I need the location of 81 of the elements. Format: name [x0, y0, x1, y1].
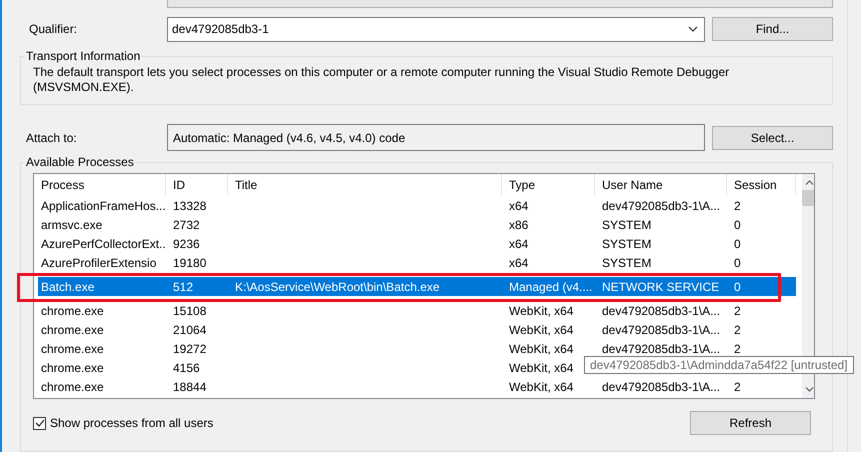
table-cell: 2 [734, 342, 741, 356]
column-header[interactable]: Type [502, 174, 595, 195]
table-cell: chrome.exe [41, 304, 104, 318]
scroll-up-icon[interactable] [805, 180, 814, 185]
column-header[interactable]: ID [166, 174, 228, 195]
table-cell: SYSTEM [602, 256, 652, 270]
table-cell: 4156 [173, 360, 200, 374]
qualifier-combobox[interactable]: dev4792085db3-1 [167, 16, 705, 42]
table-cell: chrome.exe [41, 342, 104, 356]
table-cell: 0 [734, 280, 741, 294]
table-cell: 13328 [173, 198, 206, 212]
column-header[interactable]: Session [727, 174, 796, 195]
table-cell: dev4792085db3-1\A... [602, 198, 720, 212]
table-cell: Managed (v4.... [509, 280, 592, 294]
column-header[interactable]: Process [34, 174, 166, 195]
table-cell: SYSTEM [602, 218, 652, 232]
table-cell: 2 [734, 380, 741, 394]
refresh-button[interactable]: Refresh [690, 411, 811, 435]
table-cell: WebKit, x64 [509, 304, 574, 318]
attach-to-field[interactable]: Automatic: Managed (v4.6, v4.5, v4.0) code [167, 124, 705, 151]
column-header[interactable]: User Name [595, 174, 727, 195]
group-title: Available Processes [25, 154, 135, 171]
process-row[interactable]: AzurePerfCollectorExt... 9236 x64 SYSTEM 0 [38, 234, 796, 253]
process-row[interactable]: ApplicationFrameHos... 13328 x64 dev4792085db3-1\A... 2 [38, 196, 796, 215]
table-cell: 19272 [173, 342, 206, 356]
table-cell: WebKit, x64 [509, 380, 574, 394]
table-cell: 15108 [173, 304, 206, 318]
table-cell: ApplicationFrameHos... [41, 198, 166, 212]
table-cell: 9236 [173, 236, 200, 250]
table-cell: 0 [734, 236, 741, 250]
table-cell: 19180 [173, 256, 206, 270]
table-cell: 2 [734, 304, 741, 318]
select-button[interactable]: Select... [712, 126, 833, 150]
table-cell: chrome.exe [41, 380, 104, 394]
checkmark-icon [34, 419, 44, 427]
column-header[interactable]: Title [228, 174, 502, 195]
table-cell: WebKit, x64 [509, 322, 574, 336]
table-cell: K:\AosService\WebRoot\bin\Batch.exe [235, 280, 440, 294]
process-row[interactable]: Batch.exe 512 K:\AosService\WebRoot\bin\Batch.exe Managed (v4.... NETWORK SERVICE 0 [38, 277, 796, 296]
table-cell: 21064 [173, 322, 206, 336]
table-cell: WebKit, x64 [509, 342, 574, 356]
table-cell: 18844 [173, 380, 206, 394]
table-cell: AzurePerfCollectorExt... [41, 236, 166, 250]
table-cell: AzureProfilerExtensio [41, 256, 156, 270]
table-cell: chrome.exe [41, 360, 104, 374]
table-cell: x64 [509, 198, 528, 212]
table-cell: 2732 [173, 218, 200, 232]
process-row[interactable]: chrome.exe 15108 WebKit, x64 dev4792085db3-1\A... 2 [38, 301, 796, 320]
table-cell: x64 [509, 236, 528, 250]
group-title: Transport Information [25, 48, 142, 65]
table-cell: armsvc.exe [41, 218, 102, 232]
process-row[interactable]: AzureProfilerExtensio 19180 x64 SYSTEM 0 [38, 253, 796, 272]
table-cell: SYSTEM [602, 236, 652, 250]
table-cell: WebKit, x64 [509, 360, 574, 374]
table-cell: x86 [509, 218, 528, 232]
qualifier-label: Qualifier: [28, 21, 78, 38]
process-row[interactable]: chrome.exe 19272 WebKit, x64 dev4792085db3-1\A... 2 [38, 339, 796, 358]
process-row[interactable]: chrome.exe 21064 WebKit, x64 dev4792085db3-1\A... 2 [38, 320, 796, 339]
table-cell: chrome.exe [41, 322, 104, 336]
dropdown-chevron-icon [688, 26, 698, 32]
scrollbar-thumb[interactable] [802, 190, 814, 206]
tooltip: dev4792085db3-1\Admindda7a54f22 [untrusted] [584, 356, 854, 374]
process-row[interactable]: chrome.exe 18844 WebKit, x64 dev4792085db3-1\A... 2 [38, 377, 796, 396]
table-cell: 2 [734, 198, 741, 212]
table-cell: x64 [509, 256, 528, 270]
table-cell: dev4792085db3-1\A... [602, 342, 720, 356]
table-cell: 2 [734, 322, 741, 336]
table-cell: 512 [173, 280, 194, 294]
find-button[interactable]: Find... [712, 17, 833, 41]
table-cell: 0 [734, 256, 741, 270]
show-all-users-checkbox[interactable]: Show processes from all users [33, 414, 214, 432]
table-cell: dev4792085db3-1\A... [602, 304, 720, 318]
transport-description: The default transport lets you select processes on this computer or a remote computer running the Visual Studio Remote Debugger (MSVSMON.EXE). [33, 65, 730, 95]
scroll-down-icon[interactable] [805, 387, 814, 392]
table-cell: Batch.exe [41, 280, 94, 294]
attach-to-label: Attach to: [25, 130, 78, 146]
process-row[interactable]: armsvc.exe 2732 x86 SYSTEM 0 [38, 215, 796, 234]
table-cell: dev4792085db3-1\A... [602, 322, 720, 336]
table-cell: 0 [734, 218, 741, 232]
table-cell: NETWORK SERVICE [602, 280, 720, 294]
table-cell: dev4792085db3-1\A... [602, 380, 720, 394]
